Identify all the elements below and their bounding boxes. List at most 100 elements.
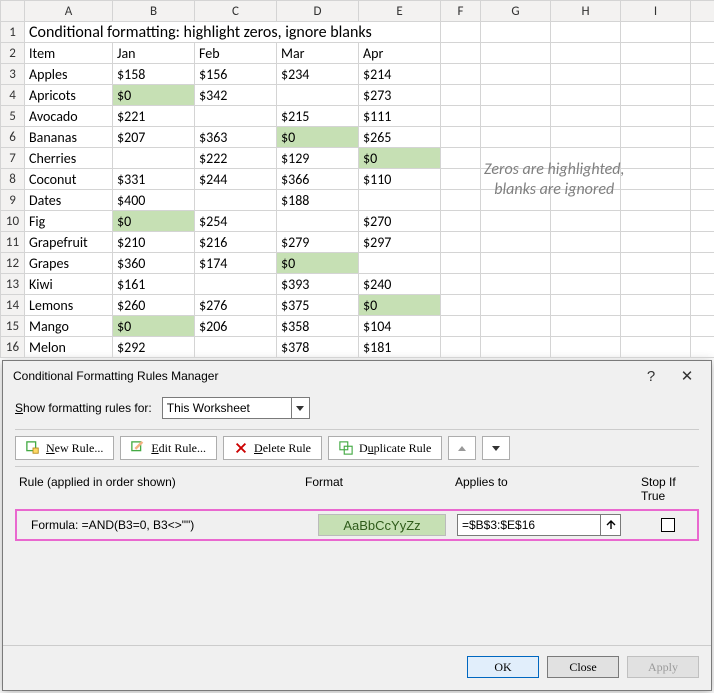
row-header[interactable]: 12 bbox=[1, 253, 25, 274]
cell[interactable] bbox=[621, 64, 691, 85]
row-header[interactable]: 6 bbox=[1, 127, 25, 148]
cell[interactable] bbox=[551, 106, 621, 127]
cell[interactable] bbox=[481, 43, 551, 64]
cell-item[interactable]: Dates bbox=[25, 190, 113, 211]
col-header[interactable]: C bbox=[195, 1, 277, 22]
cell[interactable] bbox=[621, 232, 691, 253]
cell[interactable] bbox=[691, 232, 714, 253]
move-down-button[interactable] bbox=[482, 436, 510, 460]
cell[interactable] bbox=[441, 22, 481, 43]
cell-value[interactable]: $188 bbox=[277, 190, 359, 211]
cell-item[interactable]: Cherries bbox=[25, 148, 113, 169]
cell[interactable] bbox=[481, 337, 551, 358]
cell[interactable] bbox=[621, 127, 691, 148]
cell[interactable] bbox=[691, 127, 714, 148]
cell-value[interactable]: $366 bbox=[277, 169, 359, 190]
col-header[interactable]: G bbox=[481, 1, 551, 22]
cell[interactable] bbox=[481, 85, 551, 106]
cell[interactable] bbox=[481, 316, 551, 337]
edit-rule-button[interactable]: Edit Rule... bbox=[120, 436, 217, 460]
cell-item[interactable]: Avocado bbox=[25, 106, 113, 127]
row-header[interactable]: 2 bbox=[1, 43, 25, 64]
cell[interactable] bbox=[441, 85, 481, 106]
cell[interactable] bbox=[481, 274, 551, 295]
cell[interactable] bbox=[691, 64, 714, 85]
cell[interactable] bbox=[691, 337, 714, 358]
cell-value[interactable]: $210 bbox=[113, 232, 195, 253]
cell[interactable] bbox=[441, 127, 481, 148]
cell[interactable] bbox=[691, 190, 714, 211]
cell-value[interactable]: $342 bbox=[195, 85, 277, 106]
cell[interactable] bbox=[551, 253, 621, 274]
cell[interactable] bbox=[621, 190, 691, 211]
cell[interactable] bbox=[691, 211, 714, 232]
cell[interactable] bbox=[481, 253, 551, 274]
cell-value[interactable] bbox=[195, 274, 277, 295]
cell[interactable] bbox=[481, 148, 551, 169]
cell-value[interactable]: $244 bbox=[195, 169, 277, 190]
cell[interactable] bbox=[691, 148, 714, 169]
cell[interactable] bbox=[621, 148, 691, 169]
cell-value[interactable]: $0 bbox=[359, 295, 441, 316]
cell[interactable] bbox=[441, 148, 481, 169]
row-header[interactable]: 16 bbox=[1, 337, 25, 358]
spreadsheet-grid[interactable]: A B C D E F G H I J 1Conditional formatt… bbox=[0, 0, 714, 358]
cell-item[interactable]: Mango bbox=[25, 316, 113, 337]
row-header[interactable]: 15 bbox=[1, 316, 25, 337]
rule-row[interactable]: Formula: =AND(B3=0, B3<>"") AaBbCcYyZz =… bbox=[15, 509, 699, 541]
delete-rule-button[interactable]: Delete Rule bbox=[223, 436, 322, 460]
cell-value[interactable]: $156 bbox=[195, 64, 277, 85]
cell-value[interactable] bbox=[113, 148, 195, 169]
cell-value[interactable]: $129 bbox=[277, 148, 359, 169]
cell[interactable] bbox=[441, 43, 481, 64]
cell-value[interactable]: $270 bbox=[359, 211, 441, 232]
cell[interactable] bbox=[551, 43, 621, 64]
cell-item[interactable]: Bananas bbox=[25, 127, 113, 148]
col-header[interactable]: F bbox=[441, 1, 481, 22]
row-header[interactable]: 8 bbox=[1, 169, 25, 190]
row-header[interactable]: 13 bbox=[1, 274, 25, 295]
cell-value[interactable]: $375 bbox=[277, 295, 359, 316]
cell[interactable] bbox=[481, 127, 551, 148]
cell[interactable] bbox=[441, 211, 481, 232]
cell[interactable] bbox=[551, 169, 621, 190]
cell[interactable] bbox=[621, 106, 691, 127]
cell-value[interactable]: $273 bbox=[359, 85, 441, 106]
cell-value[interactable]: $279 bbox=[277, 232, 359, 253]
cell[interactable] bbox=[481, 211, 551, 232]
cell-value[interactable]: $260 bbox=[113, 295, 195, 316]
cell[interactable] bbox=[691, 274, 714, 295]
cell-value[interactable]: $221 bbox=[113, 106, 195, 127]
cell-item[interactable]: Grapes bbox=[25, 253, 113, 274]
cell[interactable] bbox=[621, 169, 691, 190]
cell[interactable] bbox=[551, 295, 621, 316]
cell[interactable] bbox=[551, 274, 621, 295]
cell-value[interactable]: $378 bbox=[277, 337, 359, 358]
cell[interactable] bbox=[621, 295, 691, 316]
cell-value[interactable]: $240 bbox=[359, 274, 441, 295]
row-header[interactable]: 11 bbox=[1, 232, 25, 253]
cell[interactable] bbox=[441, 295, 481, 316]
cell-value[interactable]: $110 bbox=[359, 169, 441, 190]
cell-value[interactable]: $0 bbox=[113, 211, 195, 232]
cell[interactable] bbox=[691, 316, 714, 337]
col-header[interactable]: A bbox=[25, 1, 113, 22]
cell[interactable] bbox=[621, 22, 691, 43]
cell-value[interactable] bbox=[195, 337, 277, 358]
cell[interactable] bbox=[621, 274, 691, 295]
cell[interactable] bbox=[441, 337, 481, 358]
cell[interactable] bbox=[691, 22, 714, 43]
cell[interactable] bbox=[691, 169, 714, 190]
duplicate-rule-button[interactable]: Duplicate Rule bbox=[328, 436, 442, 460]
cell[interactable] bbox=[441, 253, 481, 274]
cell-value[interactable]: $363 bbox=[195, 127, 277, 148]
dialog-titlebar[interactable]: Conditional Formatting Rules Manager ? ✕ bbox=[3, 361, 711, 391]
cell-item[interactable]: Coconut bbox=[25, 169, 113, 190]
cell[interactable] bbox=[441, 274, 481, 295]
cell[interactable] bbox=[481, 106, 551, 127]
cell-value[interactable]: $215 bbox=[277, 106, 359, 127]
cell[interactable] bbox=[621, 43, 691, 64]
cell[interactable] bbox=[621, 85, 691, 106]
cell-value[interactable]: $360 bbox=[113, 253, 195, 274]
close-button[interactable]: Close bbox=[547, 656, 619, 678]
